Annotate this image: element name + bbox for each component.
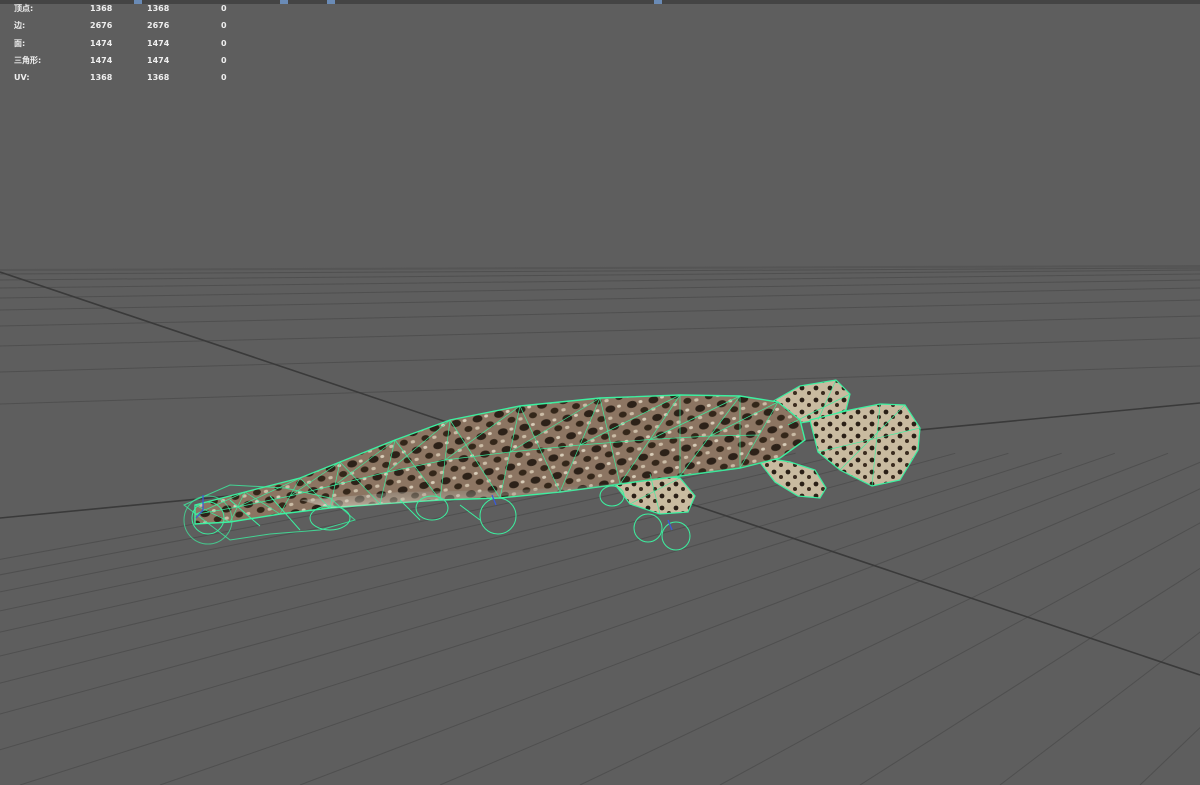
hud-label: 三角形:	[14, 55, 42, 65]
grid-line	[0, 273, 1200, 289]
hud-label: UV:	[14, 73, 30, 83]
hud-value: 0	[221, 21, 227, 31]
grid-line	[719, 522, 1200, 785]
grid-line	[299, 452, 1169, 785]
hud-label: 边:	[14, 21, 26, 31]
maya-viewport-window: 顶点: 1368 1368 0 边: 2676 2676 0 面: 1474 1…	[0, 0, 1200, 785]
ground-grid	[0, 265, 1200, 785]
grid-line	[0, 452, 849, 657]
grid-line	[0, 315, 1200, 347]
hud-value: 1368	[90, 4, 113, 13]
hud-label: 面:	[14, 38, 26, 48]
hud-value: 1474	[90, 55, 113, 65]
hud-value: 1474	[147, 55, 170, 65]
grid-line	[859, 567, 1200, 785]
grid-line	[0, 279, 1200, 299]
hud-label: 顶点:	[14, 4, 34, 13]
grid-line	[439, 461, 1200, 785]
grid-line	[0, 299, 1200, 327]
viewport-scene[interactable]	[0, 0, 1200, 785]
hud-value: 0	[221, 38, 227, 48]
hud-value: 1474	[147, 38, 170, 48]
hud-value: 0	[221, 4, 227, 13]
hud-value: 1474	[90, 38, 113, 48]
hud-value: 2676	[147, 21, 170, 31]
grid-line	[0, 452, 903, 684]
hud-value: 1368	[147, 4, 170, 13]
hud-value: 1368	[90, 73, 113, 83]
hud-value: 2676	[90, 21, 113, 31]
grid-line	[0, 287, 1200, 311]
hud-value: 1368	[147, 73, 170, 83]
hud-value: 0	[221, 55, 227, 65]
grid-line	[0, 337, 1200, 373]
grid-line	[19, 452, 1062, 785]
hud-value: 0	[221, 73, 227, 83]
